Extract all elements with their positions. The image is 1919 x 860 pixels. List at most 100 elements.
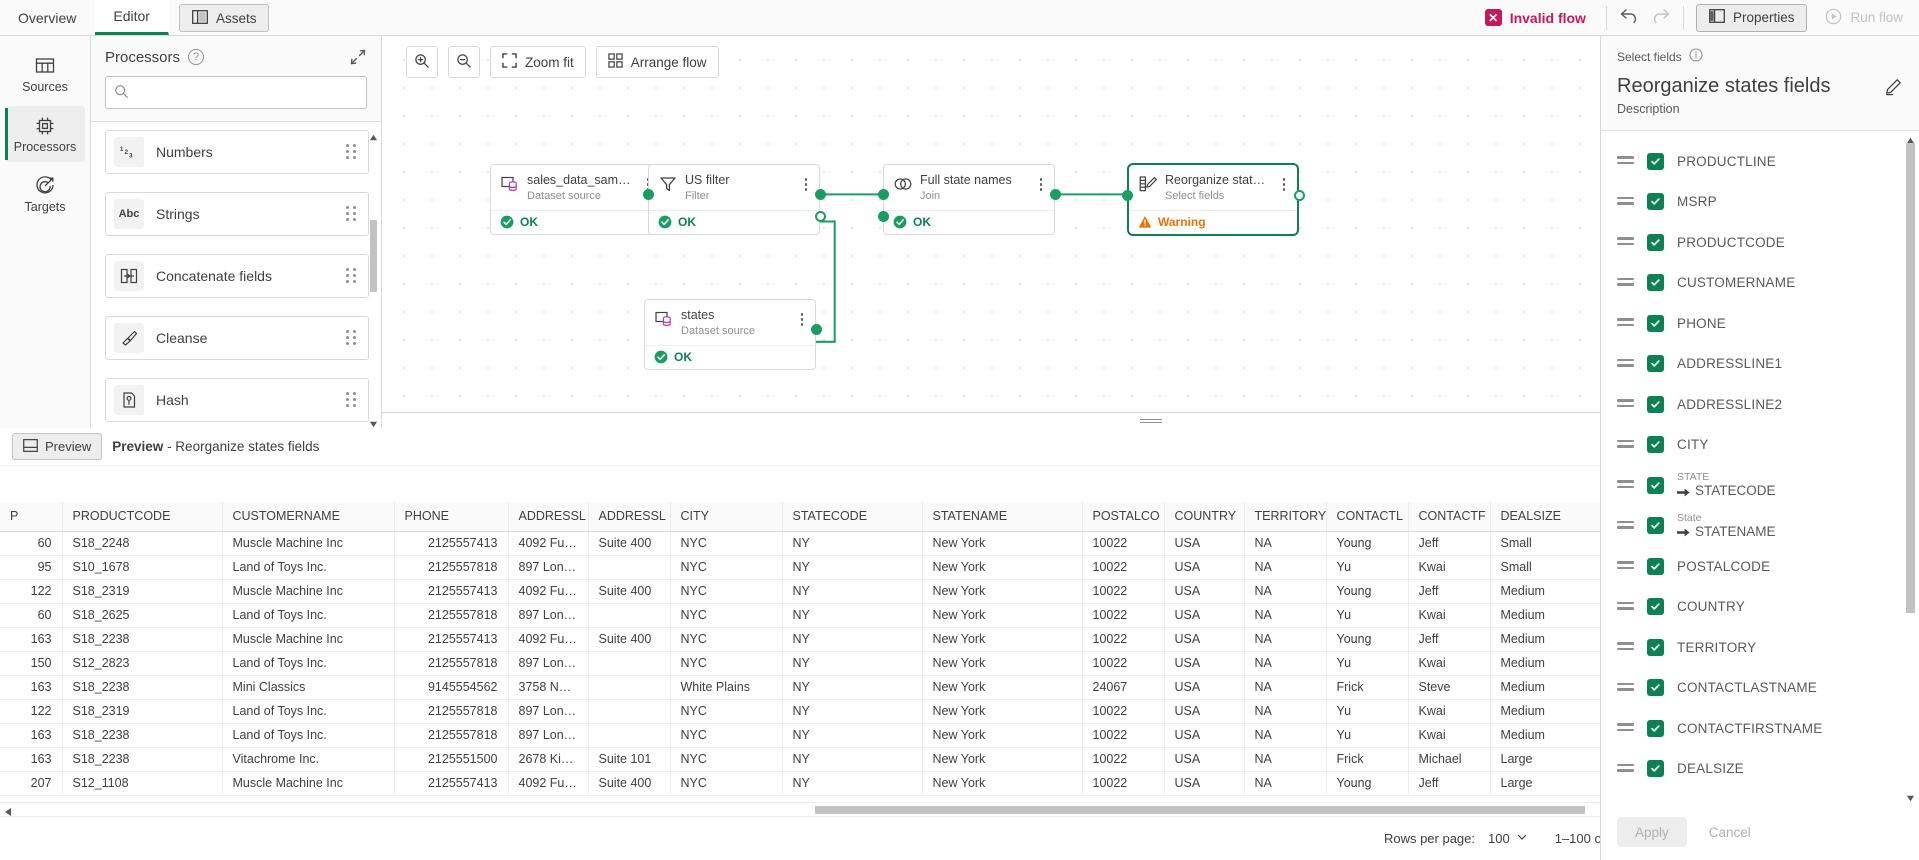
node-output-port[interactable] bbox=[1294, 190, 1305, 201]
node-menu-icon[interactable] bbox=[799, 173, 813, 191]
col-header-territory[interactable]: TERRITORY bbox=[1244, 502, 1326, 531]
node-output-port-secondary[interactable] bbox=[815, 211, 826, 222]
field-checkbox[interactable] bbox=[1647, 193, 1664, 210]
field-checkbox[interactable] bbox=[1647, 558, 1664, 575]
col-header-city[interactable]: CITY bbox=[670, 502, 782, 531]
flow-node-reorganize-states-fields[interactable]: Reorganize states f… Select fields Warni… bbox=[1127, 163, 1299, 236]
field-checkbox[interactable] bbox=[1647, 760, 1664, 777]
field-row[interactable]: PHONE bbox=[1601, 303, 1919, 344]
flow-node-us-filter[interactable]: US filter Filter OK bbox=[648, 164, 820, 235]
rail-item-sources[interactable]: Sources bbox=[5, 46, 85, 102]
field-checkbox[interactable] bbox=[1647, 234, 1664, 251]
fields-scrollbar[interactable] bbox=[1906, 143, 1915, 796]
col-header-country[interactable]: COUNTRY bbox=[1164, 502, 1244, 531]
node-output-port[interactable] bbox=[1050, 189, 1061, 200]
scroll-down-icon[interactable] bbox=[369, 417, 378, 426]
table-row[interactable]: 163S18_2238Muscle Machine Inc21255574134… bbox=[0, 627, 1600, 651]
field-drag-handle[interactable] bbox=[1617, 683, 1634, 693]
field-checkbox[interactable] bbox=[1647, 679, 1664, 696]
field-row[interactable]: MSRP bbox=[1601, 182, 1919, 223]
field-drag-handle[interactable] bbox=[1617, 359, 1634, 369]
zoom-out-button[interactable] bbox=[448, 46, 480, 78]
table-row[interactable]: 150S12_2823Land of Toys Inc.212555781889… bbox=[0, 651, 1600, 675]
field-drag-handle[interactable] bbox=[1617, 440, 1634, 450]
field-drag-handle[interactable] bbox=[1617, 237, 1634, 247]
field-row[interactable]: DEALSIZE bbox=[1601, 749, 1919, 790]
field-checkbox[interactable] bbox=[1647, 517, 1664, 534]
run-flow-button[interactable]: Run flow bbox=[1813, 4, 1915, 32]
field-row[interactable]: CONTACTLASTNAME bbox=[1601, 668, 1919, 709]
field-drag-handle[interactable] bbox=[1617, 642, 1634, 652]
table-row[interactable]: 163S18_2238Land of Toys Inc.212555781889… bbox=[0, 723, 1600, 747]
collapse-icon[interactable] bbox=[349, 48, 367, 66]
field-row[interactable]: COUNTRY bbox=[1601, 587, 1919, 628]
preview-toggle-button[interactable]: Preview bbox=[12, 433, 102, 460]
processors-search[interactable] bbox=[105, 76, 367, 109]
field-row[interactable]: POSTALCODE bbox=[1601, 546, 1919, 587]
rows-per-page-select[interactable]: 100 bbox=[1484, 829, 1532, 848]
field-drag-handle[interactable] bbox=[1617, 318, 1634, 328]
field-row[interactable]: ADDRESSLINE2 bbox=[1601, 384, 1919, 425]
field-row[interactable]: PRODUCTCODE bbox=[1601, 222, 1919, 263]
table-row[interactable]: 122S18_2319Land of Toys Inc.212555781889… bbox=[0, 699, 1600, 723]
flow-node-full-state-names[interactable]: Full state names Join OK bbox=[883, 164, 1055, 235]
field-checkbox[interactable] bbox=[1647, 598, 1664, 615]
field-row[interactable]: CITY bbox=[1601, 425, 1919, 466]
redo-button[interactable] bbox=[1645, 4, 1677, 32]
zoom-in-button[interactable] bbox=[406, 46, 438, 78]
col-header-statecode[interactable]: STATECODE bbox=[782, 502, 922, 531]
col-header-contactlastname[interactable]: CONTACTL bbox=[1326, 502, 1408, 531]
scroll-up-icon[interactable] bbox=[1906, 133, 1915, 142]
node-input-port-left[interactable] bbox=[878, 189, 889, 200]
field-row[interactable]: STATESTATECODE bbox=[1601, 465, 1919, 506]
node-input-port-right[interactable] bbox=[878, 211, 889, 222]
col-header-postalcode[interactable]: POSTALCO bbox=[1082, 502, 1164, 531]
scroll-left-icon[interactable] bbox=[3, 805, 13, 815]
field-row[interactable]: CONTACTFIRSTNAME bbox=[1601, 708, 1919, 749]
search-input[interactable] bbox=[135, 84, 358, 101]
col-header-dealsize[interactable]: DEALSIZE bbox=[1490, 502, 1600, 531]
drag-handle[interactable] bbox=[346, 392, 358, 408]
assets-button[interactable]: Assets bbox=[179, 4, 270, 32]
field-row[interactable]: CUSTOMERNAME bbox=[1601, 263, 1919, 304]
scrollbar-thumb[interactable] bbox=[370, 220, 377, 292]
nav-tab-overview[interactable]: Overview bbox=[0, 0, 95, 35]
field-row[interactable]: StateSTATENAME bbox=[1601, 506, 1919, 547]
processors-scrollbar[interactable] bbox=[369, 128, 378, 428]
pencil-icon[interactable] bbox=[1883, 77, 1903, 97]
col-header-phone[interactable]: PHONE bbox=[394, 502, 508, 531]
col-header-addressline2[interactable]: ADDRESSL bbox=[588, 502, 670, 531]
arrange-flow-button[interactable]: Arrange flow bbox=[596, 46, 719, 78]
drag-handle[interactable] bbox=[346, 268, 358, 284]
col-header-statename[interactable]: STATENAME bbox=[922, 502, 1082, 531]
table-row[interactable]: 122S18_2319Muscle Machine Inc21255574134… bbox=[0, 579, 1600, 603]
drag-handle[interactable] bbox=[346, 144, 358, 160]
table-row[interactable]: 60S18_2625Land of Toys Inc.2125557818897… bbox=[0, 603, 1600, 627]
table-row[interactable]: 207S12_1108Muscle Machine Inc21255574134… bbox=[0, 771, 1600, 795]
scroll-up-icon[interactable] bbox=[369, 130, 378, 139]
field-checkbox[interactable] bbox=[1647, 436, 1664, 453]
field-drag-handle[interactable] bbox=[1617, 561, 1634, 571]
field-checkbox[interactable] bbox=[1647, 315, 1664, 332]
field-drag-handle[interactable] bbox=[1617, 399, 1634, 409]
field-checkbox[interactable] bbox=[1647, 720, 1664, 737]
properties-button[interactable]: Properties bbox=[1696, 4, 1808, 32]
processor-item-numbers[interactable]: 123 Numbers bbox=[105, 130, 369, 174]
scrollbar-thumb[interactable] bbox=[815, 806, 1585, 814]
field-row[interactable]: TERRITORY bbox=[1601, 627, 1919, 668]
select-fields-list[interactable]: PRODUCTLINEMSRPPRODUCTCODECUSTOMERNAMEPH… bbox=[1601, 131, 1919, 804]
table-row[interactable]: 60S18_2248Muscle Machine Inc212555741340… bbox=[0, 531, 1600, 555]
field-drag-handle[interactable] bbox=[1617, 156, 1634, 166]
field-checkbox[interactable] bbox=[1647, 355, 1664, 372]
col-header-productcode[interactable]: PRODUCTCODE bbox=[62, 502, 222, 531]
field-row[interactable]: ADDRESSLINE1 bbox=[1601, 344, 1919, 385]
col-header-p[interactable]: P bbox=[0, 502, 62, 531]
field-drag-handle[interactable] bbox=[1617, 723, 1634, 733]
help-circle-icon[interactable]: ? bbox=[188, 49, 204, 65]
table-row[interactable]: 163S18_2238Mini Classics91455545623758 N… bbox=[0, 675, 1600, 699]
table-row[interactable]: 163S18_2238Vitachrome Inc.21255515002678… bbox=[0, 747, 1600, 771]
node-output-port[interactable] bbox=[811, 324, 822, 335]
node-menu-icon[interactable] bbox=[1034, 173, 1048, 191]
field-checkbox[interactable] bbox=[1647, 274, 1664, 291]
field-drag-handle[interactable] bbox=[1617, 480, 1634, 490]
